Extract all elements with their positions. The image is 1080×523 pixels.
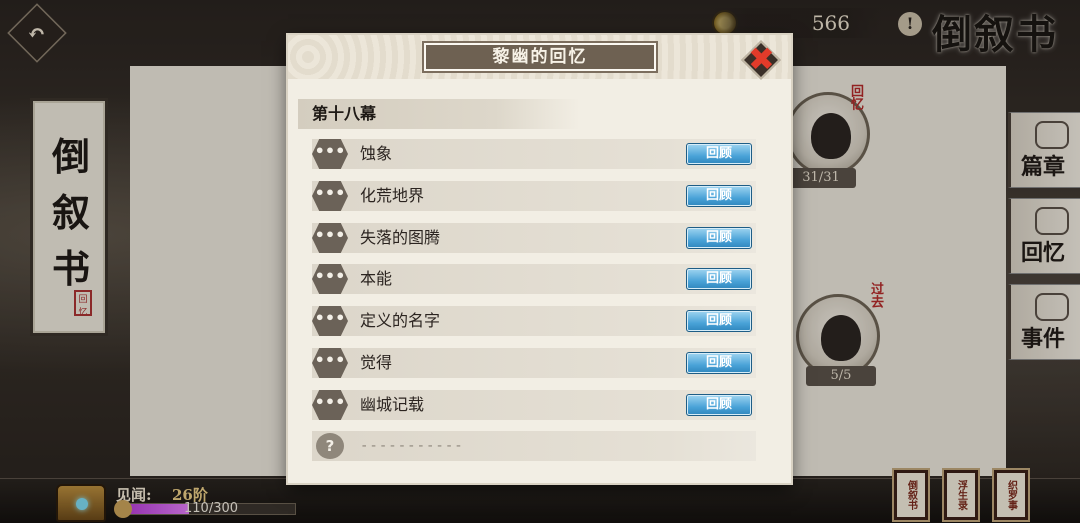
memory-row-locked: ? ----------- [312,431,756,461]
review-button[interactable]: 回顾 [686,185,752,207]
close-icon: ✖ [748,40,775,78]
question-icon: ? [316,433,344,459]
memory-row: ••• 定义的名字 回顾 [312,306,756,336]
memory-row: ••• 觉得 回顾 [312,348,756,378]
memory-row: ••• 化荒地界 回顾 [312,181,756,211]
review-button[interactable]: 回顾 [686,394,752,416]
review-button[interactable]: 回顾 [686,352,752,374]
review-button[interactable]: 回顾 [686,143,752,165]
memory-row: ••• 蚀象 回顾 [312,139,756,169]
ellipsis-icon: ••• [312,139,348,169]
memory-row: ••• 失落的图腾 回顾 [312,223,756,253]
memory-row: ••• 本能 回顾 [312,264,756,294]
dialog-title-frame: 黎幽的回忆 [422,41,658,73]
memory-title: 本能 [360,269,393,288]
memory-row: ••• 幽城记载 回顾 [312,390,756,420]
memory-title-locked: ----------- [360,438,464,454]
ellipsis-icon: ••• [312,264,348,294]
review-button[interactable]: 回顾 [686,310,752,332]
ellipsis-icon: ••• [312,223,348,253]
review-button[interactable]: 回顾 [686,268,752,290]
review-button[interactable]: 回顾 [686,227,752,249]
ellipsis-icon: ••• [312,181,348,211]
ellipsis-icon: ••• [312,348,348,378]
ellipsis-icon: ••• [312,390,348,420]
act-header: 第十八幕 [298,99,580,129]
memory-title: 化荒地界 [360,186,425,205]
memory-title: 定义的名字 [360,311,441,330]
memory-title: 幽城记载 [360,395,425,414]
memory-dialog: 黎幽的回忆 ✖ 第十八幕 ••• 蚀象 回顾 ••• 化荒地界 回顾 ••• 失… [288,35,791,483]
memory-title: 蚀象 [360,144,393,163]
memory-title: 失落的图腾 [360,228,441,247]
memory-title: 觉得 [360,353,393,372]
close-button[interactable]: ✖ [741,40,781,80]
ellipsis-icon: ••• [312,306,348,336]
dialog-title: 黎幽的回忆 [426,45,654,69]
